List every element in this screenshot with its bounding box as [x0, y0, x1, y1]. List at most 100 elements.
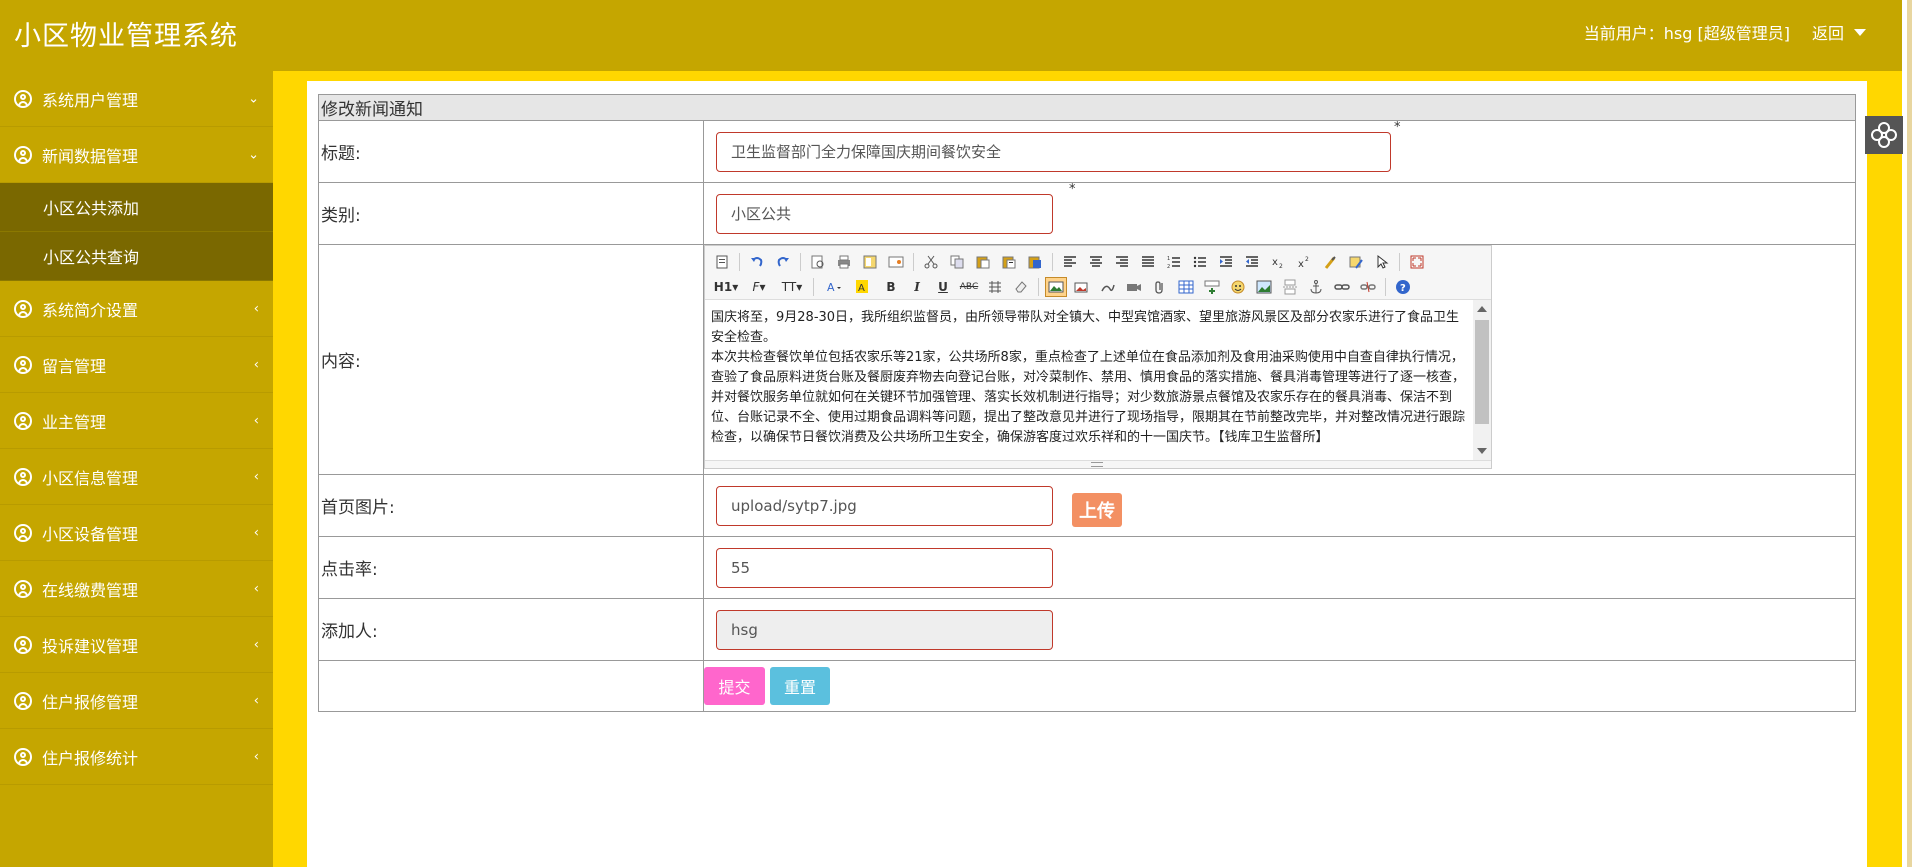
subscript-icon[interactable]: x2	[1267, 252, 1289, 272]
sidebar-item-label: 小区信息管理	[42, 468, 139, 488]
align-center-icon[interactable]	[1085, 252, 1107, 272]
emotion-icon[interactable]	[1227, 277, 1249, 297]
highlight-color-icon[interactable]: A	[850, 277, 876, 297]
copy-icon[interactable]	[946, 252, 968, 272]
scrawl-icon[interactable]	[1097, 277, 1119, 297]
anchor-icon[interactable]	[1305, 277, 1327, 297]
editor-resize-handle[interactable]	[705, 460, 1491, 468]
svg-text:2: 2	[1279, 263, 1283, 270]
quick-format-icon[interactable]	[1345, 252, 1367, 272]
svg-text:2: 2	[1167, 264, 1170, 270]
template-icon[interactable]	[859, 252, 881, 272]
clear-format-icon[interactable]	[1319, 252, 1341, 272]
back-button[interactable]: 返回	[1812, 20, 1866, 44]
table-grid-icon[interactable]	[984, 277, 1006, 297]
sidebar-item-community-info[interactable]: 小区信息管理 ‹	[0, 449, 273, 505]
user-circle-icon	[14, 691, 32, 710]
sidebar-item-repair-stats[interactable]: 住户报修统计 ‹	[0, 729, 273, 785]
eraser-icon[interactable]	[1010, 277, 1032, 297]
indent-icon[interactable]	[1215, 252, 1237, 272]
italic-button[interactable]: I	[906, 277, 928, 297]
user-circle-icon	[14, 299, 32, 318]
sidebar-item-system-intro[interactable]: 系统简介设置 ‹	[0, 281, 273, 337]
sidebar-item-label: 系统用户管理	[42, 90, 139, 110]
sidebar-subitem-label: 小区公共查询	[43, 248, 140, 267]
undo-icon[interactable]	[746, 252, 768, 272]
svg-text:A: A	[858, 283, 865, 294]
scroll-up-icon[interactable]	[1477, 306, 1487, 312]
user-circle-icon	[14, 579, 32, 598]
category-input[interactable]: 小区公共	[716, 193, 1053, 234]
align-justify-icon[interactable]	[1137, 252, 1159, 272]
chevron-down-icon: ⌄	[248, 91, 259, 106]
chevron-left-icon: ‹	[253, 301, 259, 316]
image-insert-icon[interactable]	[1045, 276, 1067, 297]
window-scrollbar[interactable]	[1902, 0, 1912, 867]
superscript-icon[interactable]: x2	[1293, 252, 1315, 272]
video-icon[interactable]	[1123, 277, 1145, 297]
sidebar-item-system-users[interactable]: 系统用户管理 ⌄	[0, 71, 273, 127]
table-insert-icon[interactable]	[1175, 277, 1197, 297]
sidebar-item-news[interactable]: 新闻数据管理 ⌄	[0, 127, 273, 183]
scroll-down-icon[interactable]	[1477, 448, 1487, 454]
fullscreen-icon[interactable]	[1406, 252, 1428, 272]
cut-icon[interactable]	[920, 252, 942, 272]
author-label: 添加人:	[318, 598, 704, 661]
bold-button[interactable]: B	[880, 277, 902, 297]
heading-dropdown[interactable]: H1 ▾	[711, 277, 741, 297]
unlink-icon[interactable]	[1357, 277, 1379, 297]
paste-word-icon[interactable]	[1024, 252, 1046, 272]
unordered-list-icon[interactable]	[1189, 252, 1211, 272]
required-mark: *	[1069, 182, 1076, 197]
sidebar-item-messages[interactable]: 留言管理 ‹	[0, 337, 273, 393]
chevron-left-icon: ‹	[253, 413, 259, 428]
scroll-thumb[interactable]	[1475, 320, 1489, 424]
current-user-label: 当前用户：hsg [超级管理员]	[1583, 24, 1790, 43]
sidebar-item-payments[interactable]: 在线缴费管理 ‹	[0, 561, 273, 617]
outdent-icon[interactable]	[1241, 252, 1263, 272]
align-right-icon[interactable]	[1111, 252, 1133, 272]
text-color-icon[interactable]: A	[820, 277, 846, 297]
link-icon[interactable]	[1331, 277, 1353, 297]
sidebar-item-complaints[interactable]: 投诉建议管理 ‹	[0, 617, 273, 673]
content-label: 内容:	[318, 244, 704, 475]
submit-button[interactable]: 提交	[704, 667, 765, 705]
sidebar-item-equipment[interactable]: 小区设备管理 ‹	[0, 505, 273, 561]
select-all-icon[interactable]	[1371, 252, 1393, 272]
editor-scrollbar[interactable]	[1473, 300, 1491, 460]
strikethrough-button[interactable]: ABC	[958, 277, 980, 297]
svg-text:A: A	[827, 281, 835, 294]
title-input[interactable]: 卫生监督部门全力保障国庆期间餐饮安全	[716, 131, 1391, 172]
page-break-icon[interactable]	[1279, 277, 1301, 297]
paste-icon[interactable]	[972, 252, 994, 272]
font-size-dropdown[interactable]: TT ▾	[777, 277, 807, 297]
source-icon[interactable]	[711, 252, 733, 272]
paste-text-icon[interactable]	[998, 252, 1020, 272]
resize-grip-icon[interactable]	[1091, 462, 1103, 467]
clicks-label: 点击率:	[318, 536, 704, 599]
font-family-dropdown[interactable]: F ▾	[745, 277, 773, 297]
redo-icon[interactable]	[772, 252, 794, 272]
sidebar-item-repairs[interactable]: 住户报修管理 ‹	[0, 673, 273, 729]
settings-flower-icon[interactable]	[1865, 116, 1903, 154]
image-path-input[interactable]: upload/sytp7.jpg	[716, 485, 1053, 526]
preview-icon[interactable]	[807, 252, 829, 272]
background-image-icon[interactable]	[1253, 277, 1275, 297]
sidebar-subitem-query-news[interactable]: 小区公共查询	[0, 232, 273, 281]
attachment-icon[interactable]	[1149, 277, 1171, 297]
sidebar-subitem-add-news[interactable]: 小区公共添加	[0, 183, 273, 232]
underline-button[interactable]: U	[932, 277, 954, 297]
code-icon[interactable]	[885, 252, 907, 272]
insert-row-icon[interactable]	[1201, 277, 1223, 297]
reset-button[interactable]: 重置	[770, 667, 830, 705]
help-icon[interactable]: ?	[1392, 277, 1414, 297]
upload-button[interactable]: 上传	[1072, 493, 1122, 527]
clicks-input[interactable]: 55	[716, 547, 1053, 588]
sidebar-item-owners[interactable]: 业主管理 ‹	[0, 393, 273, 449]
multi-image-icon[interactable]	[1071, 277, 1093, 297]
align-left-icon[interactable]	[1059, 252, 1081, 272]
ordered-list-icon[interactable]: 12	[1163, 252, 1185, 272]
print-icon[interactable]	[833, 252, 855, 272]
editor-content[interactable]: 国庆将至，9月28-30日，我所组织监督员，由所领导带队对全镇大、中型宾馆酒家、…	[705, 300, 1491, 460]
user-circle-icon	[14, 145, 32, 164]
